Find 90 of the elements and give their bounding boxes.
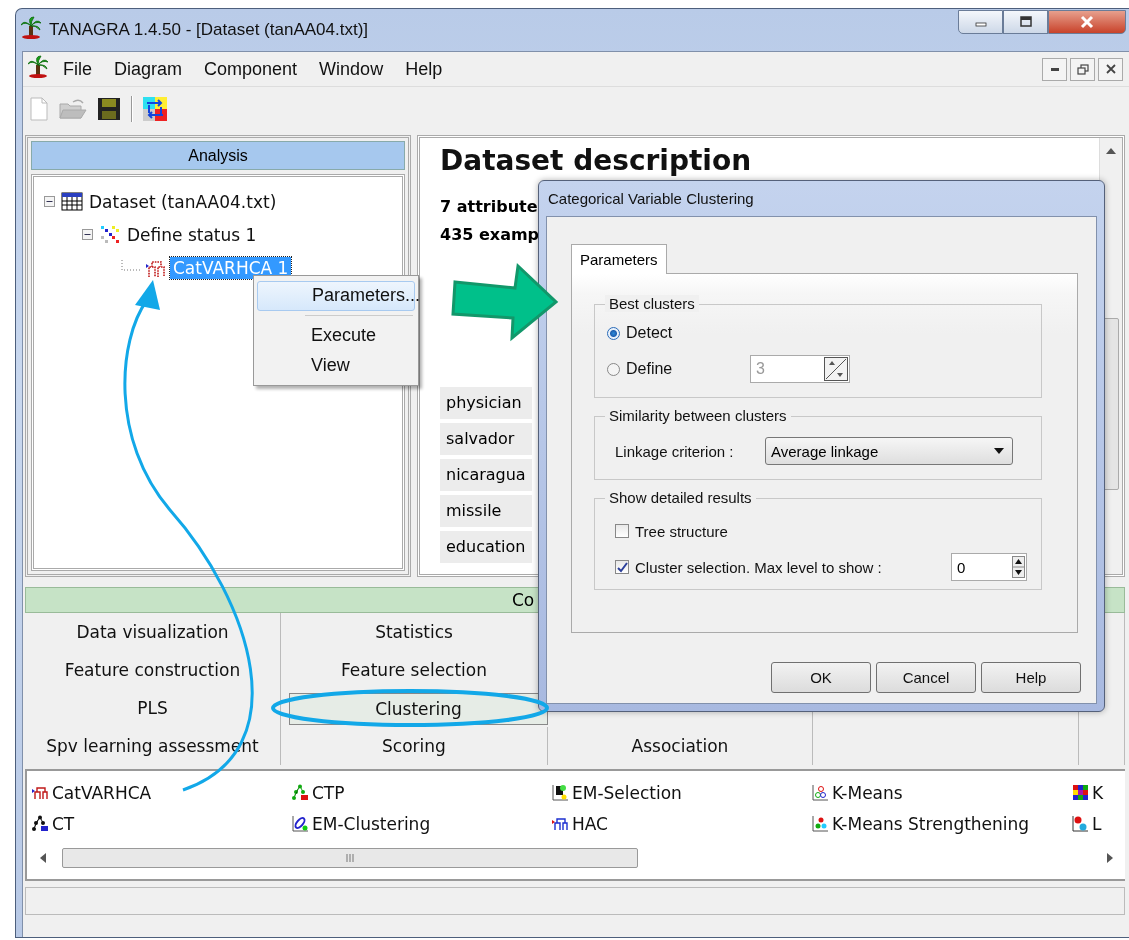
clusters-icon [812,784,829,801]
module-item[interactable]: K-Means Strengthening [812,808,1072,839]
restore-icon [1076,63,1089,75]
minimize-button[interactable] [958,10,1003,34]
scatter-icon [1072,815,1089,832]
module-item[interactable]: CT [32,808,292,839]
category-tab[interactable]: Association [548,727,813,765]
menu-item[interactable]: File [54,58,105,80]
table-cell: physician [440,387,532,419]
maximize-button[interactable] [1003,10,1048,34]
module-item[interactable]: CatVARHCA [32,777,292,808]
scroll-up-icon[interactable] [1106,148,1116,154]
checkbox[interactable] [615,524,629,538]
menu-item[interactable]: Window [310,58,397,80]
dots-icon [99,223,121,246]
minimize-button[interactable] [1042,57,1067,81]
dialog-button[interactable]: Help [981,662,1081,693]
radio-button[interactable] [607,362,620,376]
menu-item[interactable]: View [257,352,415,380]
palm-tree-icon [28,55,50,79]
spinner-icon [824,357,848,381]
maximize-icon [1018,16,1033,28]
close-icon [1079,15,1095,29]
radio-button[interactable] [607,326,620,340]
number-field[interactable]: 0 [951,553,1027,581]
menu-item[interactable]: Diagram [105,58,196,80]
grid-icon [1072,784,1089,801]
spinner-icon [1012,556,1025,578]
panel-header: Co [512,590,535,610]
report-text: 7 attribute [440,196,538,218]
close-icon [1105,64,1116,74]
category-tab[interactable]: Feature construction [25,651,281,689]
table-cell: nicaragua [440,459,532,491]
checkbox[interactable] [615,560,629,574]
module-item[interactable]: K-Means [812,777,1072,808]
menu-item[interactable]: Help [396,58,456,80]
tree-icon [32,815,49,832]
option-label: Tree structure [635,522,729,540]
minimize-icon [1050,67,1059,71]
palm-tree-icon [21,16,43,40]
report-text: 435 examp [440,224,540,246]
field-label: Linkage criterion : [615,442,735,460]
window-title: TANAGRA 1.4.50 - [Dataset (tanAA04.txt)] [49,20,369,40]
option-label: Define [626,360,674,378]
ellipse-icon [292,815,309,832]
linkage-dropdown[interactable]: Average linkage [765,437,1013,465]
question-icon [552,784,569,801]
arrows-icon[interactable] [143,97,167,121]
table-cell: salvador [440,423,532,455]
category-tab[interactable]: Data visualization [25,613,281,651]
save-icon[interactable] [97,97,121,121]
collapse-icon[interactable] [82,229,93,240]
close-button[interactable] [1048,10,1126,34]
collapse-icon[interactable] [44,196,55,207]
table-icon [61,190,83,213]
menu-item[interactable]: Component [195,58,311,80]
category-tab[interactable]: Scoring [281,727,548,765]
report-heading: Dataset description [440,144,753,177]
dendrogram-icon [32,784,49,801]
module-item[interactable]: EM-Clustering [292,808,552,839]
dialog-button[interactable]: Cancel [876,662,976,693]
tree-icon [292,784,309,801]
panel-header: Analysis [31,141,405,170]
module-item[interactable]: K [1072,777,1125,808]
group-title: Show detailed results [605,489,756,506]
dialog-button[interactable]: OK [771,662,871,693]
option-label: Detect [626,324,674,342]
clusters-icon [812,815,829,832]
module-item[interactable]: HAC [552,808,812,839]
dialog-tab[interactable]: Parameters [571,244,667,274]
module-item[interactable]: CTP [292,777,552,808]
option-label: Cluster selection. Max level to show : [635,558,883,576]
module-item[interactable]: L [1072,808,1125,839]
module-item[interactable]: EM-Selection [552,777,812,808]
dendrogram-icon [552,815,569,832]
scroll-left-icon[interactable] [40,853,46,863]
tree-item[interactable]: Define status 1 [124,223,260,246]
dialog-title: Categorical Variable Clustering [547,189,755,209]
table-cell: missile [440,495,532,527]
dropdown-arrow-icon [994,448,1004,454]
grip-icon [344,854,356,862]
category-tab[interactable]: PLS [25,689,281,727]
close-button[interactable] [1098,57,1123,81]
menu-item[interactable]: Execute [257,322,415,350]
group-title: Best clusters [605,295,699,312]
group-title: Similarity between clusters [605,407,791,424]
table-cell: education [440,531,532,563]
scroll-thumb[interactable] [62,848,638,868]
tree-item[interactable]: Dataset (tanAA04.txt) [86,190,280,213]
scroll-right-icon[interactable] [1107,853,1113,863]
